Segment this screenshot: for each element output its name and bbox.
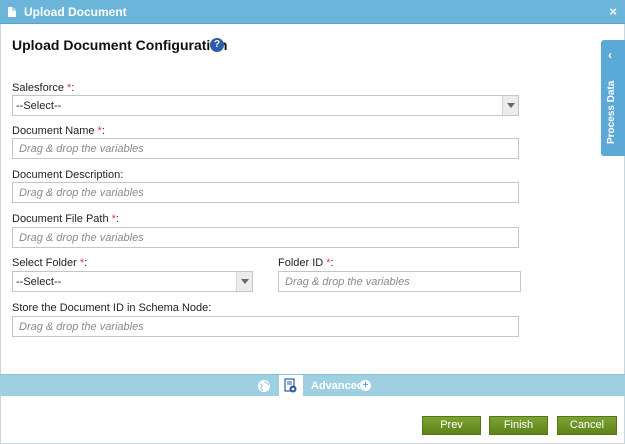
- page-title: Upload Document Configuration: [12, 37, 228, 53]
- store-document-id-label: Store the Document ID in Schema Node:: [12, 302, 212, 314]
- advanced-label[interactable]: Advanced: [311, 380, 364, 392]
- plus-icon[interactable]: +: [360, 380, 371, 391]
- advanced-bar: Advanced +: [0, 374, 625, 397]
- process-data-tab[interactable]: ‹ Process Data: [601, 40, 625, 156]
- store-document-id-input[interactable]: Drag & drop the variables: [12, 316, 519, 337]
- document-icon: [8, 7, 16, 17]
- finish-button[interactable]: Finish: [489, 416, 548, 435]
- select-folder-label: Select Folder *:: [12, 257, 88, 269]
- salesforce-select-value: --Select--: [16, 100, 62, 112]
- globe-icon[interactable]: [257, 379, 271, 393]
- select-folder-select[interactable]: --Select--: [12, 271, 253, 292]
- window-title: Upload Document: [24, 5, 127, 19]
- select-folder-value: --Select--: [16, 276, 62, 288]
- document-description-label: Document Description:: [12, 169, 124, 181]
- document-description-placeholder: Drag & drop the variables: [19, 187, 144, 199]
- folder-id-placeholder: Drag & drop the variables: [285, 276, 410, 288]
- store-document-id-placeholder: Drag & drop the variables: [19, 321, 144, 333]
- advanced-settings-tab[interactable]: [279, 375, 303, 397]
- chevron-down-icon[interactable]: [502, 96, 518, 115]
- folder-id-input[interactable]: Drag & drop the variables: [278, 271, 521, 292]
- document-name-placeholder: Drag & drop the variables: [19, 143, 144, 155]
- document-name-label: Document Name *:: [12, 125, 105, 137]
- process-data-label: Process Data: [606, 80, 617, 144]
- document-file-path-label: Document File Path *:: [12, 213, 119, 225]
- salesforce-select[interactable]: --Select--: [12, 95, 519, 116]
- document-file-path-input[interactable]: Drag & drop the variables: [12, 227, 519, 248]
- cancel-button[interactable]: Cancel: [557, 416, 617, 435]
- document-name-input[interactable]: Drag & drop the variables: [12, 138, 519, 159]
- window-titlebar: Upload Document ×: [0, 0, 625, 24]
- document-file-path-placeholder: Drag & drop the variables: [19, 232, 144, 244]
- close-button[interactable]: ×: [609, 4, 617, 19]
- document-description-input[interactable]: Drag & drop the variables: [12, 182, 519, 203]
- settings-document-icon: [284, 378, 297, 393]
- salesforce-label: Salesforce *:: [12, 82, 75, 94]
- folder-id-label: Folder ID *:: [278, 257, 334, 269]
- help-icon[interactable]: ?: [210, 38, 224, 52]
- chevron-down-icon[interactable]: [236, 272, 252, 291]
- prev-button[interactable]: Prev: [422, 416, 481, 435]
